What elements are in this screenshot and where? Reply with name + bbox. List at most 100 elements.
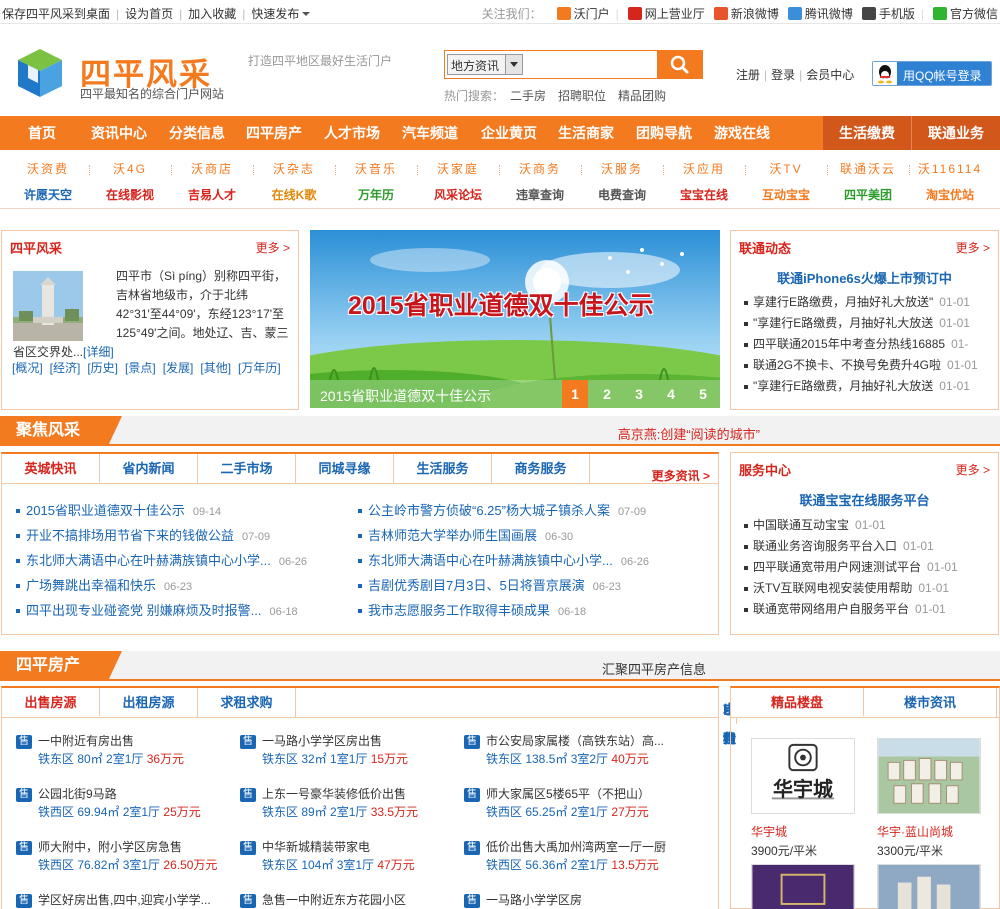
unicom-news-item[interactable]: "享建行E路缴费，月抽好礼大放送 01-01 xyxy=(739,376,995,397)
property-card[interactable] xyxy=(877,864,981,909)
quick-link[interactable]: 沃服务 xyxy=(581,157,663,182)
hot-search-link[interactable]: 招聘职位 xyxy=(558,89,606,103)
quick-link[interactable]: 沃家庭 xyxy=(417,157,499,182)
house-listing[interactable]: 售中华新城精装带家电 铁东区 104㎡ 3室1厅 47万元 xyxy=(240,836,462,888)
news-item[interactable]: 东北师大满语中心在叶赫满族镇中心小学... 06-26 xyxy=(358,548,714,573)
intro-tag-link[interactable]: [发展] xyxy=(163,361,194,375)
banner-page-button[interactable]: 4 xyxy=(658,380,684,408)
follow-link-unicom[interactable]: 网上营业厅 xyxy=(627,7,705,21)
news-tab[interactable]: 英城快讯 xyxy=(2,454,100,483)
service-item[interactable]: 联通宽带网络用户自服务平台 01-01 xyxy=(739,599,995,620)
search-button[interactable] xyxy=(657,50,703,79)
property-card[interactable]: 华宇·蓝山尚城 3300元/平米 xyxy=(877,738,981,859)
news-tab[interactable]: 商务服务 xyxy=(492,454,590,483)
service-item[interactable]: 四平联通宽带用户网速测试平台 01-01 xyxy=(739,557,995,578)
properties-tab[interactable]: 楼市资讯 xyxy=(864,688,997,717)
quick-link[interactable]: 沃4G xyxy=(89,157,171,182)
intro-tag-link[interactable]: [万年历] xyxy=(238,361,281,375)
nav-item-unicom-business[interactable]: 联通业务 xyxy=(912,116,1000,150)
property-card[interactable] xyxy=(751,864,855,909)
news-item[interactable]: 我市志愿服务工作取得丰硕成果 06-18 xyxy=(358,598,714,623)
quick-link[interactable]: 沃杂志 xyxy=(253,157,335,182)
news-tab[interactable]: 二手市场 xyxy=(198,454,296,483)
nav-item[interactable]: 首页 xyxy=(12,116,72,150)
unicom-news-item[interactable]: 享建行E路缴费，月抽好礼大放送" 01-01 xyxy=(739,292,995,313)
house-listing[interactable]: 售市公安局家属楼（高铁东站）高... 铁东区 138.5㎡ 3室2厅 40万元 xyxy=(464,730,686,782)
intro-more-link[interactable]: 更多 > xyxy=(256,239,290,256)
quick-publish-menu[interactable]: 快速发布 xyxy=(251,7,311,21)
house-listing[interactable]: 售低价出售大禹加州湾两室一厅一厨 铁西区 56.36㎡ 2室1厅 13.5万元 xyxy=(464,836,686,888)
house-listing[interactable]: 售公园北街9马路 铁西区 69.94㎡ 2室1厅 25万元 xyxy=(16,783,238,835)
follow-link-tencent-weibo[interactable]: 腾讯微博 xyxy=(787,7,853,21)
quick-link[interactable]: 沃资费 xyxy=(7,157,89,182)
quick-link[interactable]: 沃音乐 xyxy=(335,157,417,182)
nav-item[interactable]: 资讯中心 xyxy=(82,116,156,150)
nav-item-bill-payment[interactable]: 生活缴费 xyxy=(823,116,911,150)
featured-banner[interactable]: 2015省职业道德双十佳公示 2015省职业道德双十佳公示 12345 xyxy=(310,230,720,408)
nav-item[interactable]: 企业黄页 xyxy=(472,116,546,150)
property-card[interactable]: 华宇城 华宇城 3900元/平米 xyxy=(751,738,855,859)
service-center-more-link[interactable]: 更多 > xyxy=(956,461,990,478)
quick-link[interactable]: 电费查询 xyxy=(581,183,663,208)
banner-page-button[interactable]: 2 xyxy=(594,380,620,408)
quick-link[interactable]: 淘宝优站 xyxy=(909,183,991,208)
service-item[interactable]: 联通业务咨询服务平台入口 01-01 xyxy=(739,536,995,557)
news-item[interactable]: 东北师大满语中心在叶赫满族镇中心小学... 06-26 xyxy=(16,548,346,573)
quick-link[interactable]: 在线K歌 xyxy=(253,183,335,208)
quick-link[interactable]: 许愿天空 xyxy=(7,183,89,208)
logo-cube-icon[interactable] xyxy=(16,47,64,99)
quick-link[interactable]: 沃TV xyxy=(745,157,827,182)
house-listing[interactable]: 售上东一号豪华装修低价出售 铁东区 89㎡ 2室1厅 33.5万元 xyxy=(240,783,462,835)
news-tab[interactable]: 生活服务 xyxy=(394,454,492,483)
intro-tag-link[interactable]: [景点] xyxy=(125,361,156,375)
unicom-news-item[interactable]: 四平联通2015年中考查分热线16885 01- xyxy=(739,334,995,355)
follow-link-weibo[interactable]: 新浪微博 xyxy=(713,7,779,21)
qq-login-button[interactable]: 用QQ帐号登录 xyxy=(872,61,992,86)
quick-link[interactable]: 沃116114 xyxy=(909,157,991,182)
nav-item[interactable]: 四平房产 xyxy=(237,116,311,150)
house-listing[interactable]: 售师大附中，附小学区房急售 铁西区 76.82㎡ 3室1厅 26.50万元 xyxy=(16,836,238,888)
quick-link[interactable]: 万年历 xyxy=(335,183,417,208)
search-category-select[interactable]: 地方资讯 xyxy=(447,54,523,75)
news-item[interactable]: 广场舞跳出幸福和快乐 06-23 xyxy=(16,573,346,598)
nav-item[interactable]: 汽车频道 xyxy=(393,116,467,150)
house-listing[interactable]: 售一马路小学学区房出售 铁东区 32㎡ 1室1厅 15万元 xyxy=(240,730,462,782)
house-listing[interactable]: 售一马路小学学区房 xyxy=(464,889,686,909)
service-item[interactable]: 沃TV互联网电视安装使用帮助 01-01 xyxy=(739,578,995,599)
nav-item[interactable]: 分类信息 xyxy=(160,116,234,150)
quick-link[interactable]: 沃商店 xyxy=(171,157,253,182)
follow-link-wechat[interactable]: 官方微信 xyxy=(932,7,998,21)
intro-tag-link[interactable]: [经济] xyxy=(50,361,81,375)
house-listing[interactable]: 售一中附近有房出售 铁东区 80㎡ 2室1厅 36万元 xyxy=(16,730,238,782)
search-input[interactable] xyxy=(525,53,655,76)
quick-link[interactable]: 四平美团 xyxy=(827,183,909,208)
service-center-headline[interactable]: 联通宝宝在线服务平台 xyxy=(731,490,998,509)
login-link[interactable]: 登录 xyxy=(771,68,795,82)
unicom-news-headline[interactable]: 联通iPhone6s火爆上市预订中 xyxy=(731,268,998,287)
nav-item[interactable]: 人才市场 xyxy=(315,116,389,150)
house-tab[interactable]: 求租求购 xyxy=(198,688,296,717)
hot-search-link[interactable]: 精品团购 xyxy=(618,89,666,103)
news-tab[interactable]: 省内新闻 xyxy=(100,454,198,483)
intro-tag-link[interactable]: [概况] xyxy=(12,361,43,375)
add-favorite-link[interactable]: 加入收藏 xyxy=(188,7,236,21)
quick-link[interactable]: 吉易人才 xyxy=(171,183,253,208)
focus-section-headline[interactable]: 高京燕:创建“阅读的城市” xyxy=(618,424,760,443)
news-item[interactable]: 四平出现专业碰瓷党 别嫌麻烦及时报警... 06-18 xyxy=(16,598,346,623)
news-item[interactable]: 公主岭市警方侦破“6.25”杨大城子镇杀人案 07-09 xyxy=(358,498,714,523)
news-more-link[interactable]: 更多资讯 > xyxy=(652,462,710,491)
quick-link[interactable]: 风采论坛 xyxy=(417,183,499,208)
banner-page-button[interactable]: 3 xyxy=(626,380,652,408)
nav-item[interactable]: 生活商家 xyxy=(549,116,623,150)
intro-tag-link[interactable]: [历史] xyxy=(87,361,118,375)
quick-link[interactable]: 在线影视 xyxy=(89,183,171,208)
quick-link[interactable]: 宝宝在线 xyxy=(663,183,745,208)
register-link[interactable]: 注册 xyxy=(736,68,760,82)
quick-link[interactable]: 沃商务 xyxy=(499,157,581,182)
house-listing[interactable]: 售师大家属区5楼65平（不把山） 铁西区 65.25㎡ 2室1厅 27万元 xyxy=(464,783,686,835)
service-item[interactable]: 中国联通互动宝宝 01-01 xyxy=(739,515,995,536)
follow-link-mobile[interactable]: 手机版 xyxy=(861,7,915,21)
hot-search-link[interactable]: 二手房 xyxy=(510,89,546,103)
quick-link[interactable]: 沃应用 xyxy=(663,157,745,182)
nav-item[interactable]: 游戏在线 xyxy=(705,116,779,150)
